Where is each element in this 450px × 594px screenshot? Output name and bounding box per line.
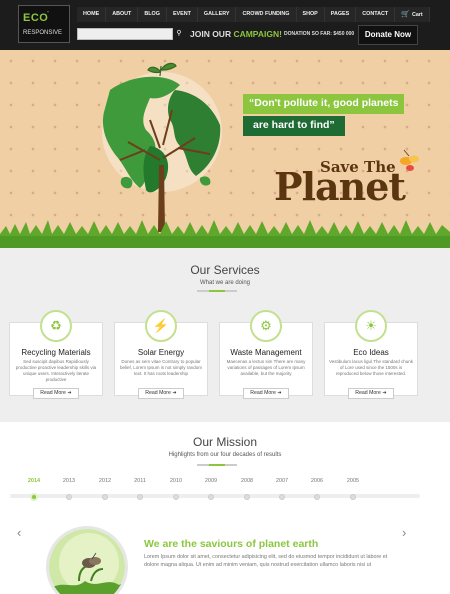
- butterfly-plant-image: [49, 529, 125, 594]
- bolt-icon: ⚡: [145, 310, 177, 342]
- cart-icon: 🛒: [401, 11, 410, 18]
- next-arrow-icon[interactable]: ›: [402, 525, 406, 540]
- grass-base: [0, 236, 450, 248]
- timeline-dot[interactable]: [173, 494, 179, 500]
- services-title: Our Services: [190, 263, 260, 277]
- tree-trunk: [158, 165, 165, 232]
- cart-label: Cart: [411, 12, 423, 18]
- timeline-year-2008[interactable]: 2008: [232, 478, 262, 484]
- services-section: Our Services What we are doing ♻ ⚡ ⚙ ☀ R…: [0, 248, 450, 422]
- timeline-dot[interactable]: [102, 494, 108, 500]
- mission-headline: We are the saviours of planet earth: [144, 538, 319, 550]
- service-text: Sed suscipit dapibus Rapidiously product…: [15, 359, 97, 382]
- service-title: Waste Management: [230, 348, 302, 357]
- timeline-year-2007[interactable]: 2007: [267, 478, 297, 484]
- timeline-year-2014[interactable]: 2014: [19, 478, 49, 484]
- timeline-dot-active[interactable]: [30, 493, 38, 501]
- timeline-year-2011[interactable]: 2011: [125, 478, 155, 484]
- service-text: Maecenas a lectus sim There are many var…: [226, 359, 306, 376]
- arrow-right-icon: ➜: [382, 390, 387, 396]
- timeline-year-2012[interactable]: 2012: [90, 478, 120, 484]
- logo[interactable]: ECO " RESPONSIVE: [18, 5, 70, 43]
- read-more-button[interactable]: Read More ➜: [138, 388, 184, 399]
- timeline-year-2005[interactable]: 2005: [338, 478, 368, 484]
- read-more-button[interactable]: Read More ➜: [33, 388, 79, 399]
- mission-divider: [197, 464, 237, 466]
- search-button[interactable]: ⚲: [173, 28, 185, 40]
- nav-crowd-funding[interactable]: CROWD FUNDING: [236, 7, 297, 22]
- campaign-highlight: CAMPAIGN!: [233, 29, 282, 39]
- services-divider: [197, 290, 237, 292]
- read-more-label: Read More: [250, 390, 276, 396]
- logo-brand: ECO: [23, 12, 49, 24]
- gear-icon: ⚙: [250, 310, 282, 342]
- timeline-dot[interactable]: [137, 494, 143, 500]
- prev-arrow-icon[interactable]: ‹: [17, 525, 21, 540]
- read-more-button[interactable]: Read More ➜: [243, 388, 289, 399]
- read-more-label: Read More: [355, 390, 381, 396]
- donation-total: DONATION SO FAR: $450 000: [284, 31, 355, 37]
- nav-blog[interactable]: BLOG: [138, 7, 167, 22]
- hero-banner: “Don't pollute it, good planets are hard…: [0, 50, 450, 248]
- arrow-right-icon: ➜: [67, 390, 72, 396]
- mission-subtitle: Highlights from our four decades of resu…: [168, 452, 282, 458]
- service-title: Recycling Materials: [21, 348, 91, 357]
- timeline-dot[interactable]: [208, 494, 214, 500]
- logo-mark: ": [47, 11, 49, 17]
- read-more-label: Read More: [145, 390, 171, 396]
- nav-event[interactable]: EVENT: [166, 7, 198, 22]
- service-title: Eco Ideas: [353, 348, 389, 357]
- nav-cart[interactable]: 🛒 Cart: [395, 7, 430, 22]
- services-subtitle: What we are doing: [199, 280, 251, 286]
- nav-shop[interactable]: SHOP: [296, 7, 325, 22]
- timeline-dot[interactable]: [279, 494, 285, 500]
- timeline-dot[interactable]: [244, 494, 250, 500]
- hero-planet: Planet: [274, 164, 406, 209]
- timeline-year-2013[interactable]: 2013: [54, 478, 84, 484]
- nav-gallery[interactable]: GALLERY: [197, 7, 237, 22]
- site-header: ECO " RESPONSIVE HOME ABOUT BLOG EVENT G…: [0, 0, 450, 50]
- timeline-dot[interactable]: [66, 494, 72, 500]
- read-more-label: Read More: [40, 390, 66, 396]
- service-title: Solar Energy: [137, 348, 185, 357]
- timeline-dot[interactable]: [350, 494, 356, 500]
- nav-about[interactable]: ABOUT: [106, 7, 139, 22]
- campaign-banner: JOIN OUR CAMPAIGN!: [190, 29, 282, 39]
- nav-pages[interactable]: PAGES: [324, 7, 357, 22]
- recycle-icon: ♻: [40, 310, 72, 342]
- logo-tagline: RESPONSIVE: [23, 30, 63, 36]
- search-input[interactable]: [77, 28, 173, 40]
- nav-home[interactable]: HOME: [77, 7, 107, 22]
- lightbulb-icon: ☀: [355, 310, 387, 342]
- mission-text: Lorem Ipsum dolor sit amet, consectetur …: [144, 554, 388, 568]
- mission-photo: [46, 526, 128, 594]
- timeline-year-2010[interactable]: 2010: [161, 478, 191, 484]
- mission-section: Our Mission Highlights from our four dec…: [0, 422, 450, 594]
- read-more-button[interactable]: Read More ➜: [348, 388, 394, 399]
- campaign-prefix: JOIN OUR: [190, 29, 234, 39]
- arrow-right-icon: ➜: [277, 390, 282, 396]
- hero-illustration: [0, 62, 450, 248]
- hero-quote-line2: are hard to find”: [243, 116, 345, 136]
- main-nav: HOME ABOUT BLOG EVENT GALLERY CROWD FUND…: [77, 7, 430, 22]
- hero-quote-line1: “Don't pollute it, good planets: [243, 94, 405, 114]
- mission-title: Our Mission: [192, 435, 257, 449]
- timeline-year-2009[interactable]: 2009: [196, 478, 226, 484]
- timeline-dot[interactable]: [314, 494, 320, 500]
- service-text: Vestibulum lacus ligul The standard chun…: [329, 359, 413, 376]
- service-text: Dones as sem vitae Contrary to popular b…: [119, 359, 203, 376]
- timeline-year-2006[interactable]: 2006: [302, 478, 332, 484]
- nav-contact[interactable]: CONTACT: [356, 7, 396, 22]
- search-icon: ⚲: [176, 30, 182, 37]
- arrow-right-icon: ➜: [172, 390, 177, 396]
- donate-now-button[interactable]: Donate Now: [358, 25, 418, 45]
